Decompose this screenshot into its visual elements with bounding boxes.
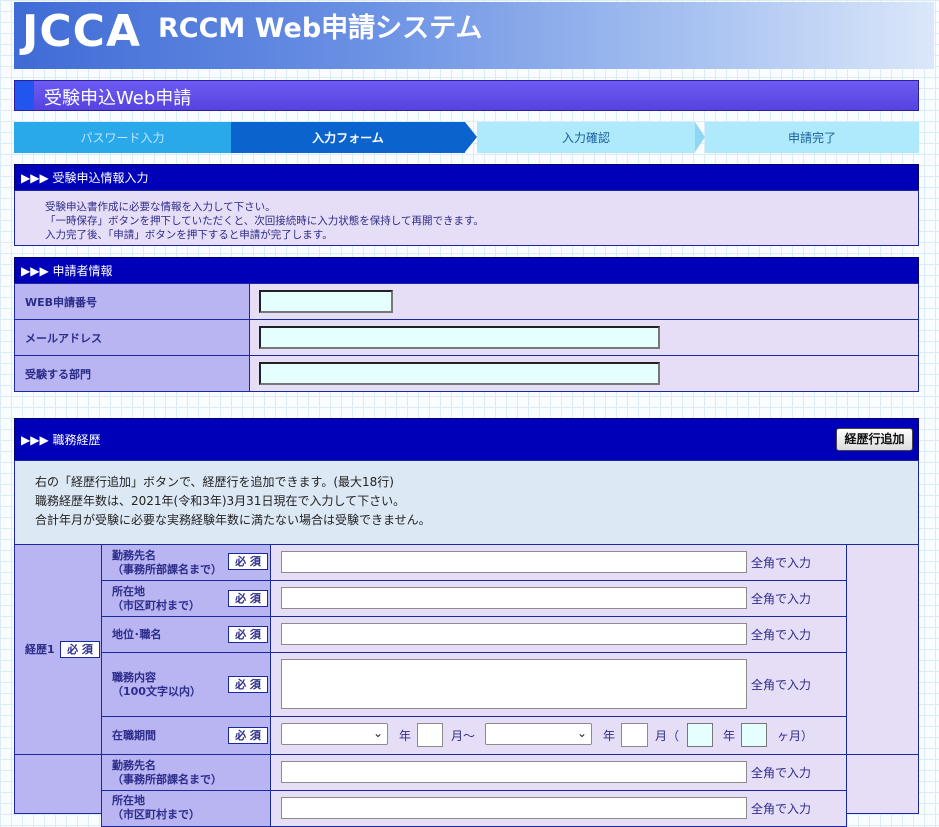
- duties-hint: 全角で入力: [751, 678, 812, 692]
- position-required-badge: 必 須: [228, 626, 268, 643]
- info-line: 受験申込書作成に必要な情報を入力して下さい。: [45, 201, 276, 213]
- career-note: 合計年月が受験に必要な実務経験年数に満たない場合は受験できません。: [35, 513, 431, 527]
- address-input[interactable]: [281, 587, 747, 609]
- page-title-accent: [15, 81, 34, 110]
- duties-textarea[interactable]: [281, 659, 747, 709]
- info-section-body: 受験申込書作成に必要な情報を入力して下さい。 「一時保存」ボタンを押下していただ…: [14, 190, 919, 246]
- from-year-unit: 年: [399, 729, 412, 743]
- employer-required-badge: 必 須: [228, 553, 268, 570]
- from-month-input[interactable]: [417, 723, 443, 747]
- step-input-form: 入力フォーム: [231, 122, 465, 153]
- web-number-label: WEB申請番号: [15, 284, 250, 320]
- address-required-badge: 必 須: [228, 590, 268, 607]
- department-label: 受験する部門: [15, 356, 250, 392]
- position-hint: 全角で入力: [751, 628, 812, 642]
- employer-hint: 全角で入力: [751, 556, 812, 570]
- info-line: 入力完了後、「申請」ボタンを押下すると申請が完了します。: [45, 229, 333, 241]
- step-confirm: 入力確認: [477, 122, 695, 153]
- address-2-label-line2: （市区町村まで）: [112, 808, 200, 821]
- web-number-input[interactable]: [259, 290, 393, 313]
- step-complete: 申請完了: [705, 122, 919, 153]
- total-years-unit: 年: [723, 729, 736, 743]
- employer-input[interactable]: [281, 551, 747, 573]
- from-year-select[interactable]: ⌄: [281, 723, 388, 745]
- career-2-side-cell: [846, 754, 919, 814]
- to-month-input[interactable]: [621, 723, 648, 747]
- total-years-box: [687, 723, 713, 747]
- to-year-select[interactable]: ⌄: [485, 723, 592, 745]
- chevron-down-icon: ⌄: [576, 726, 587, 740]
- to-month-open: 月（: [655, 729, 680, 743]
- applicant-section-heading: ▶▶▶ 申請者情報: [14, 257, 919, 284]
- address-2-label: 所在地 （市区町村まで）: [101, 790, 271, 827]
- from-month-separator: 月～: [451, 729, 476, 743]
- to-year-unit: 年: [603, 729, 616, 743]
- info-section-heading: ▶▶▶ 受験申込情報入力: [14, 164, 919, 191]
- career-1-label: 経歴1: [25, 642, 55, 656]
- jcca-logo: JCCA: [22, 6, 142, 57]
- step-password: パスワード入力: [14, 122, 231, 153]
- step-arrow-3: [695, 122, 705, 152]
- career-note: 職務経歴年数は、2021年(令和3年)3月31日現在で入力して下さい。: [35, 494, 406, 508]
- address-2-label-line1: 所在地: [112, 794, 145, 807]
- career-2-label-cell: [14, 754, 102, 814]
- employer-2-input[interactable]: [281, 761, 747, 783]
- step-arrow-2: [465, 122, 477, 152]
- period-required-badge: 必 須: [228, 727, 268, 744]
- address-2-input[interactable]: [281, 797, 747, 819]
- address-hint: 全角で入力: [751, 592, 812, 606]
- app-title: RCCM Web申請システム: [158, 13, 483, 44]
- email-label: メールアドレス: [15, 320, 250, 356]
- employer-2-label-line1: 勤務先名: [112, 758, 156, 772]
- add-career-row-button[interactable]: 経歴行追加: [836, 428, 913, 451]
- career-section-heading: ▶▶▶ 職務経歴: [14, 418, 919, 461]
- total-months-close: ヶ月）: [777, 729, 814, 743]
- info-line: 「一時保存」ボタンを押下していただくと、次回接続時に入力状態を保持して再開できま…: [45, 215, 484, 227]
- address-2-hint: 全角で入力: [751, 802, 812, 816]
- total-months-box: [741, 723, 767, 747]
- duties-required-badge: 必 須: [228, 676, 268, 693]
- email-input[interactable]: [259, 326, 660, 349]
- position-input[interactable]: [281, 623, 747, 645]
- employer-2-label: 勤務先名 （事務所部課名まで）: [101, 754, 271, 791]
- department-input[interactable]: [259, 362, 660, 385]
- career-1-side-cell: [846, 544, 919, 755]
- employer-2-label-line2: （事務所部課名まで）: [112, 772, 222, 786]
- career-notes-box: 右の「経歴行追加」ボタンで、経歴行を追加できます。(最大18行) 職務経歴年数は…: [14, 460, 919, 545]
- career-1-required-badge: 必 須: [60, 641, 100, 658]
- chevron-down-icon: ⌄: [372, 726, 383, 740]
- employer-2-hint: 全角で入力: [751, 766, 812, 780]
- page-title: 受験申込Web申請: [44, 88, 192, 109]
- career-note: 右の「経歴行追加」ボタンで、経歴行を追加できます。(最大18行): [35, 475, 394, 489]
